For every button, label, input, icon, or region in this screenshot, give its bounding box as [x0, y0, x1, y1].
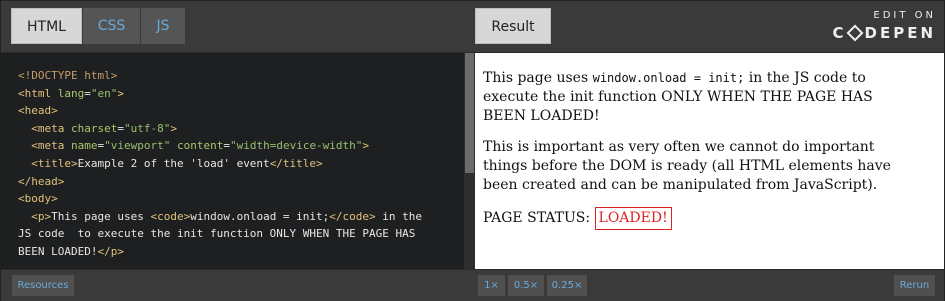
code-block: <!DOCTYPE html> <html lang="en"> <head> …	[1, 53, 464, 261]
p1-code: window.onload = init;	[592, 71, 745, 85]
code-text: <meta charset="utf-8">	[31, 121, 177, 135]
result-paragraph-2: This is important as very often we canno…	[483, 139, 891, 193]
result-pane: This page uses window.onload = init; in …	[475, 53, 944, 269]
status-badge: LOADED!	[594, 207, 672, 230]
edit-on-label: EDIT ON	[873, 10, 936, 21]
zoom-025x-button[interactable]: 0.25×	[547, 275, 587, 296]
code-text: <p>This page uses <code>window.onload = …	[31, 209, 423, 223]
logo-text-start: C	[832, 24, 847, 42]
code-line: <title>Example 2 of the 'load' event</ti…	[18, 156, 323, 170]
editor-scrollbar-thumb[interactable]	[465, 53, 474, 173]
codepen-embed: HTML CSS JS Result EDIT ON C DEPEN <!DOCT…	[0, 0, 945, 301]
code-text: </head>	[18, 174, 65, 188]
tab-html[interactable]: HTML	[11, 8, 82, 44]
code-line: <head>	[18, 104, 58, 117]
code-text: <meta name="viewport" content="width=dev…	[31, 139, 370, 153]
code-text: BEEN LOADED!</p>	[18, 244, 124, 258]
status-label: PAGE STATUS:	[483, 210, 595, 226]
code-line: </head>	[18, 175, 64, 188]
logo-text-end: DEPEN	[864, 24, 936, 42]
codepen-cube-icon	[846, 24, 863, 42]
code-line: JS code to execute the init function ONL…	[18, 227, 416, 241]
code-line: BEEN LOADED!</p>	[18, 245, 124, 258]
code-line: <!DOCTYPE html>	[18, 69, 118, 82]
resources-button[interactable]: Resources	[12, 275, 74, 296]
tab-result[interactable]: Result	[475, 8, 551, 44]
code-line: <body>	[18, 192, 58, 205]
tab-js[interactable]: JS	[141, 8, 185, 44]
edit-on-codepen-link[interactable]: EDIT ON C DEPEN	[826, 9, 936, 43]
code-text: <head>	[18, 104, 58, 118]
code-line: <p>This page uses <code>window.onload = …	[18, 210, 422, 223]
code-line: <html lang="en">	[18, 87, 124, 100]
rerun-button[interactable]: Rerun	[894, 275, 935, 296]
result-paragraph-1: This page uses window.onload = init; in …	[483, 69, 920, 126]
bottom-toolbar: Resources 1× 0.5× 0.25× Rerun	[1, 269, 944, 301]
code-line: <meta charset="utf-8">	[18, 122, 177, 135]
p1-text-a: This page uses	[483, 70, 593, 86]
top-toolbar: HTML CSS JS Result EDIT ON C DEPEN	[1, 1, 944, 53]
code-text: <body>	[18, 192, 58, 206]
zoom-1x-button[interactable]: 1×	[478, 275, 505, 296]
codepen-logo: C DEPEN	[826, 23, 936, 43]
html-code-editor[interactable]: <!DOCTYPE html> <html lang="en"> <head> …	[1, 53, 464, 269]
tab-css[interactable]: CSS	[83, 8, 140, 44]
code-line: <meta name="viewport" content="width=dev…	[18, 139, 369, 152]
code-text: <html lang="en">	[18, 86, 124, 100]
code-text: <title>Example 2 of the 'load' event</ti…	[31, 156, 323, 170]
zoom-05x-button[interactable]: 0.5×	[508, 275, 544, 296]
page-status: PAGE STATUS: LOADED!	[483, 207, 920, 230]
